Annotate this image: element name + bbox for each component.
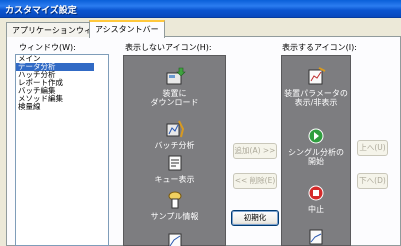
title-bar: カスタマイズ設定 xyxy=(0,0,401,18)
hidden-command-batch-analysis[interactable]: バッチ分析 xyxy=(124,119,225,150)
move-down-button[interactable]: 下へ(D) xyxy=(357,173,388,189)
shown-command-start-single[interactable]: シングル分析の 開始 xyxy=(282,126,350,166)
hidden-command-label: 装置に ダウンロード xyxy=(150,89,199,107)
add-button[interactable]: 追加(A) >> xyxy=(233,143,277,159)
move-up-button[interactable]: 上へ(U) xyxy=(357,140,388,156)
hidden-command-label: キュー表示 xyxy=(154,175,195,184)
stop-icon xyxy=(308,185,324,201)
hidden-icons-label: 表示しないアイコン(H): xyxy=(125,43,212,52)
download-icon xyxy=(166,67,186,85)
shown-command-instrument-params[interactable]: 装置パラメータの 表示/非表示 xyxy=(282,67,350,107)
window-list-label: ウィンドウ(W): xyxy=(19,43,76,52)
remove-button[interactable]: << 削除(E) xyxy=(233,173,277,189)
sample-info-icon xyxy=(168,191,181,209)
shown-command-label: 中止 xyxy=(308,205,324,214)
chart-icon xyxy=(168,233,181,246)
reset-button[interactable]: 初期化 xyxy=(231,210,279,226)
hidden-command-label: サンプル情報 xyxy=(150,212,199,221)
shown-command-label: シングル分析の 開始 xyxy=(288,148,344,166)
batch-analysis-icon xyxy=(166,120,184,138)
window-listbox[interactable]: メイン データ分析 ハッチ分析 レポート作成 バッチ編集 メソッド編集 検量線 xyxy=(15,54,109,246)
shown-command-label: 装置パラメータの 表示/非表示 xyxy=(284,89,348,107)
hidden-command-label: バッチ分析 xyxy=(154,141,195,150)
shown-icons-label: 表示するアイコン(I): xyxy=(282,43,357,52)
shown-command-partial[interactable] xyxy=(282,228,350,246)
shown-icons-panel[interactable]: 装置パラメータの 表示/非表示 シングル分析の 開始 中止 xyxy=(281,55,351,246)
hidden-icons-panel[interactable]: 装置に ダウンロード バッチ分析 キュー表示 サンプル情報 xyxy=(123,55,226,246)
hidden-command-download[interactable]: 装置に ダウンロード xyxy=(124,67,225,107)
hidden-command-queue[interactable]: キュー表示 xyxy=(124,153,225,184)
queue-icon xyxy=(168,155,181,171)
tab-assistant-bar[interactable]: アシスタントバー xyxy=(89,20,165,38)
start-single-icon xyxy=(308,128,324,144)
hidden-command-partial[interactable] xyxy=(124,232,225,246)
window-title: カスタマイズ設定 xyxy=(5,6,77,16)
list-item[interactable]: 検量線 xyxy=(16,103,108,111)
tab-strip: アプリケーションウィンドウ アシスタントバー xyxy=(6,20,401,38)
shown-command-stop[interactable]: 中止 xyxy=(282,183,350,214)
chart-icon xyxy=(309,229,323,245)
hidden-command-sample-info[interactable]: サンプル情報 xyxy=(124,190,225,221)
instrument-params-icon xyxy=(308,67,326,85)
